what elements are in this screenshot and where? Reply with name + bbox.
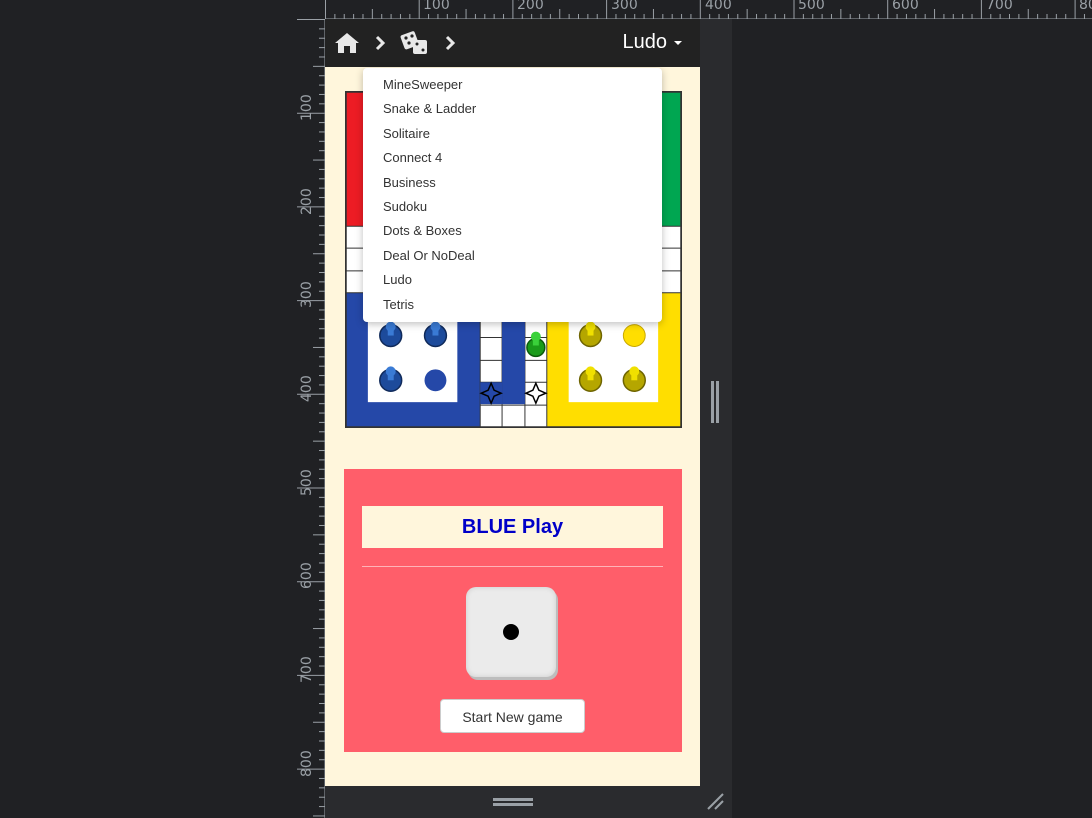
dropdown-item-minesweeper[interactable]: MineSweeper xyxy=(363,73,662,97)
dropdown-item-ludo[interactable]: Ludo xyxy=(363,268,662,292)
caret-down-icon xyxy=(674,40,682,45)
resize-corner-icon[interactable] xyxy=(705,791,725,811)
ruler-top-label: 600 xyxy=(892,0,919,13)
dropdown-item-snake-ladder[interactable]: Snake & Ladder xyxy=(363,97,662,121)
resize-handle-bottom[interactable] xyxy=(493,798,533,806)
navbar: Ludo xyxy=(325,19,700,67)
ruler-left-label: 300 xyxy=(299,281,315,308)
ruler-top-label: 400 xyxy=(705,0,732,13)
dropdown-item-dots-boxes[interactable]: Dots & Boxes xyxy=(363,219,662,243)
dropdown-item-tetris[interactable]: Tetris xyxy=(363,293,662,317)
device-viewport: Ludo MineSweeper Snake & Ladder Solitair… xyxy=(325,19,700,786)
resize-handle-right[interactable] xyxy=(711,381,719,423)
play-panel: BLUE Play Start New game xyxy=(344,469,682,752)
ruler-top-label: 500 xyxy=(798,0,825,13)
dropdown-item-solitaire[interactable]: Solitaire xyxy=(363,122,662,146)
game-dropdown-menu: MineSweeper Snake & Ladder Solitaire Con… xyxy=(363,68,662,322)
current-game-label: Ludo xyxy=(622,31,668,53)
dropdown-item-business[interactable]: Business xyxy=(363,171,662,195)
ruler-top-label: 700 xyxy=(986,0,1013,13)
dice-pip xyxy=(503,624,519,640)
game-select-dropdown-toggle[interactable]: Ludo xyxy=(622,31,682,54)
ruler-left-label: 800 xyxy=(299,750,315,777)
dropdown-item-connect-4[interactable]: Connect 4 xyxy=(363,146,662,170)
ruler-top-label: 200 xyxy=(517,0,544,13)
blue-home-inner xyxy=(367,312,458,403)
dice-icon[interactable] xyxy=(400,30,430,56)
chevron-right-icon xyxy=(438,31,462,55)
turn-indicator: BLUE Play xyxy=(362,506,663,548)
ruler-top-label: 300 xyxy=(611,0,638,13)
dropdown-item-sudoku[interactable]: Sudoku xyxy=(363,195,662,219)
dropdown-item-deal-or-nodeal[interactable]: Deal Or NoDeal xyxy=(363,244,662,268)
home-icon[interactable] xyxy=(334,32,360,54)
yellow-home-inner xyxy=(568,312,659,403)
divider xyxy=(362,566,663,567)
ruler-left-label: 700 xyxy=(299,656,315,683)
blue-empty-slot xyxy=(424,369,447,392)
ruler-left-label: 600 xyxy=(299,562,315,589)
dice-button[interactable] xyxy=(466,587,556,677)
ruler-left-label: 500 xyxy=(299,469,315,496)
ruler-top-label: 800 xyxy=(1079,0,1092,13)
ruler-left-label: 200 xyxy=(299,188,315,215)
ruler-left: 100 200 300 400 500 600 700 800 xyxy=(297,19,325,818)
ruler-top-label: 100 xyxy=(423,0,450,13)
ruler-corner xyxy=(297,0,325,19)
start-new-game-button[interactable]: Start New game xyxy=(440,699,585,733)
ruler-left-label: 400 xyxy=(299,375,315,402)
ruler-left-label: 100 xyxy=(299,94,315,121)
yellow-empty-slot xyxy=(622,324,646,347)
ruler-top: 100 200 300 400 500 600 700 800 xyxy=(325,0,1092,19)
ruler-left-ticks xyxy=(297,19,325,817)
chevron-right-icon xyxy=(368,31,392,55)
